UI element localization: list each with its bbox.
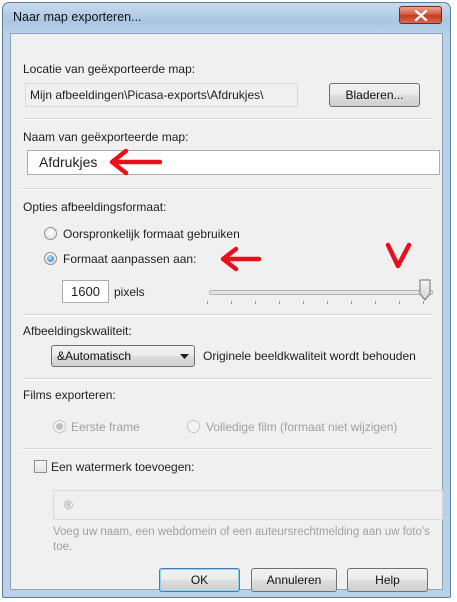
quality-label: Afbeeldingskwaliteit: xyxy=(23,324,132,338)
radio-full-movie[interactable] xyxy=(187,420,200,433)
watermark-checkbox-label[interactable]: Een watermerk toevoegen: xyxy=(51,460,194,474)
separator xyxy=(23,448,432,450)
separator xyxy=(23,188,432,190)
folder-name-input[interactable]: Afdrukjes xyxy=(27,150,440,175)
location-path-field[interactable]: Mijn afbeeldingen\Picasa-exports\Afdrukj… xyxy=(25,83,298,107)
separator xyxy=(23,118,432,120)
dialog-window: Naar map exporteren... Locatie van geëxp… xyxy=(2,2,451,598)
close-icon xyxy=(414,10,428,21)
slider-tick xyxy=(255,301,256,304)
quality-description: Originele beeldkwaliteit wordt behouden xyxy=(203,349,416,363)
folder-name-value: Afdrukjes xyxy=(39,154,98,170)
quality-dropdown[interactable]: &Automatisch xyxy=(51,345,195,367)
slider-tick xyxy=(375,301,376,304)
help-button[interactable]: Help xyxy=(347,568,428,592)
slider-tick xyxy=(399,301,400,304)
watermark-help-text: Voeg uw naam, een webdomein of een auteu… xyxy=(53,526,430,553)
separator xyxy=(23,378,432,380)
movies-label: Films exporteren: xyxy=(23,388,116,402)
size-unit-label: pixels xyxy=(114,285,145,299)
watermark-value: ® xyxy=(64,498,73,512)
window-title: Naar map exporteren... xyxy=(13,10,142,24)
original-size-label[interactable]: Oorspronkelijk formaat gebruiken xyxy=(63,227,240,241)
slider-tick xyxy=(351,301,352,304)
dialog-body: Locatie van geëxporteerde map: Mijn afbe… xyxy=(10,33,443,592)
title-bar[interactable]: Naar map exporteren... xyxy=(3,3,450,33)
slider-tick xyxy=(279,301,280,304)
first-frame-label[interactable]: Eerste frame xyxy=(71,420,140,434)
slider-tick xyxy=(207,301,208,304)
resize-label[interactable]: Formaat aanpassen aan: xyxy=(63,252,196,266)
size-value: 1600 xyxy=(71,284,100,299)
close-button[interactable] xyxy=(399,6,442,24)
radio-resize[interactable] xyxy=(44,252,57,265)
radio-first-frame[interactable] xyxy=(53,420,66,433)
slider-tick xyxy=(423,301,424,304)
separator xyxy=(23,314,432,316)
ok-button[interactable]: OK xyxy=(159,568,240,592)
browse-button[interactable]: Bladeren... xyxy=(329,83,420,107)
slider-tick xyxy=(327,301,328,304)
folder-name-label: Naam van geëxporteerde map: xyxy=(23,130,189,144)
cancel-button[interactable]: Annuleren xyxy=(251,568,337,592)
slider-thumb-icon[interactable] xyxy=(419,279,431,301)
size-input[interactable]: 1600 xyxy=(62,280,109,303)
red-arrow-icon xyxy=(220,246,261,272)
watermark-input[interactable]: ® xyxy=(53,490,443,520)
radio-original-size[interactable] xyxy=(44,227,57,240)
dropdown-arrow-icon xyxy=(180,354,189,359)
location-label: Locatie van geëxporteerde map: xyxy=(23,62,196,76)
image-format-label: Opties afbeeldingsformaat: xyxy=(23,200,167,214)
full-movie-label[interactable]: Volledige film (formaat niet wijzigen) xyxy=(206,420,397,434)
location-path-text: Mijn afbeeldingen\Picasa-exports\Afdrukj… xyxy=(30,88,264,102)
slider-tick xyxy=(303,301,304,304)
watermark-checkbox[interactable] xyxy=(34,460,47,473)
quality-dropdown-value: &Automatisch xyxy=(57,349,132,363)
red-v-marker-icon xyxy=(385,242,412,269)
size-slider-track[interactable] xyxy=(209,290,433,295)
red-arrow-icon xyxy=(109,148,162,176)
slider-tick xyxy=(231,301,232,304)
